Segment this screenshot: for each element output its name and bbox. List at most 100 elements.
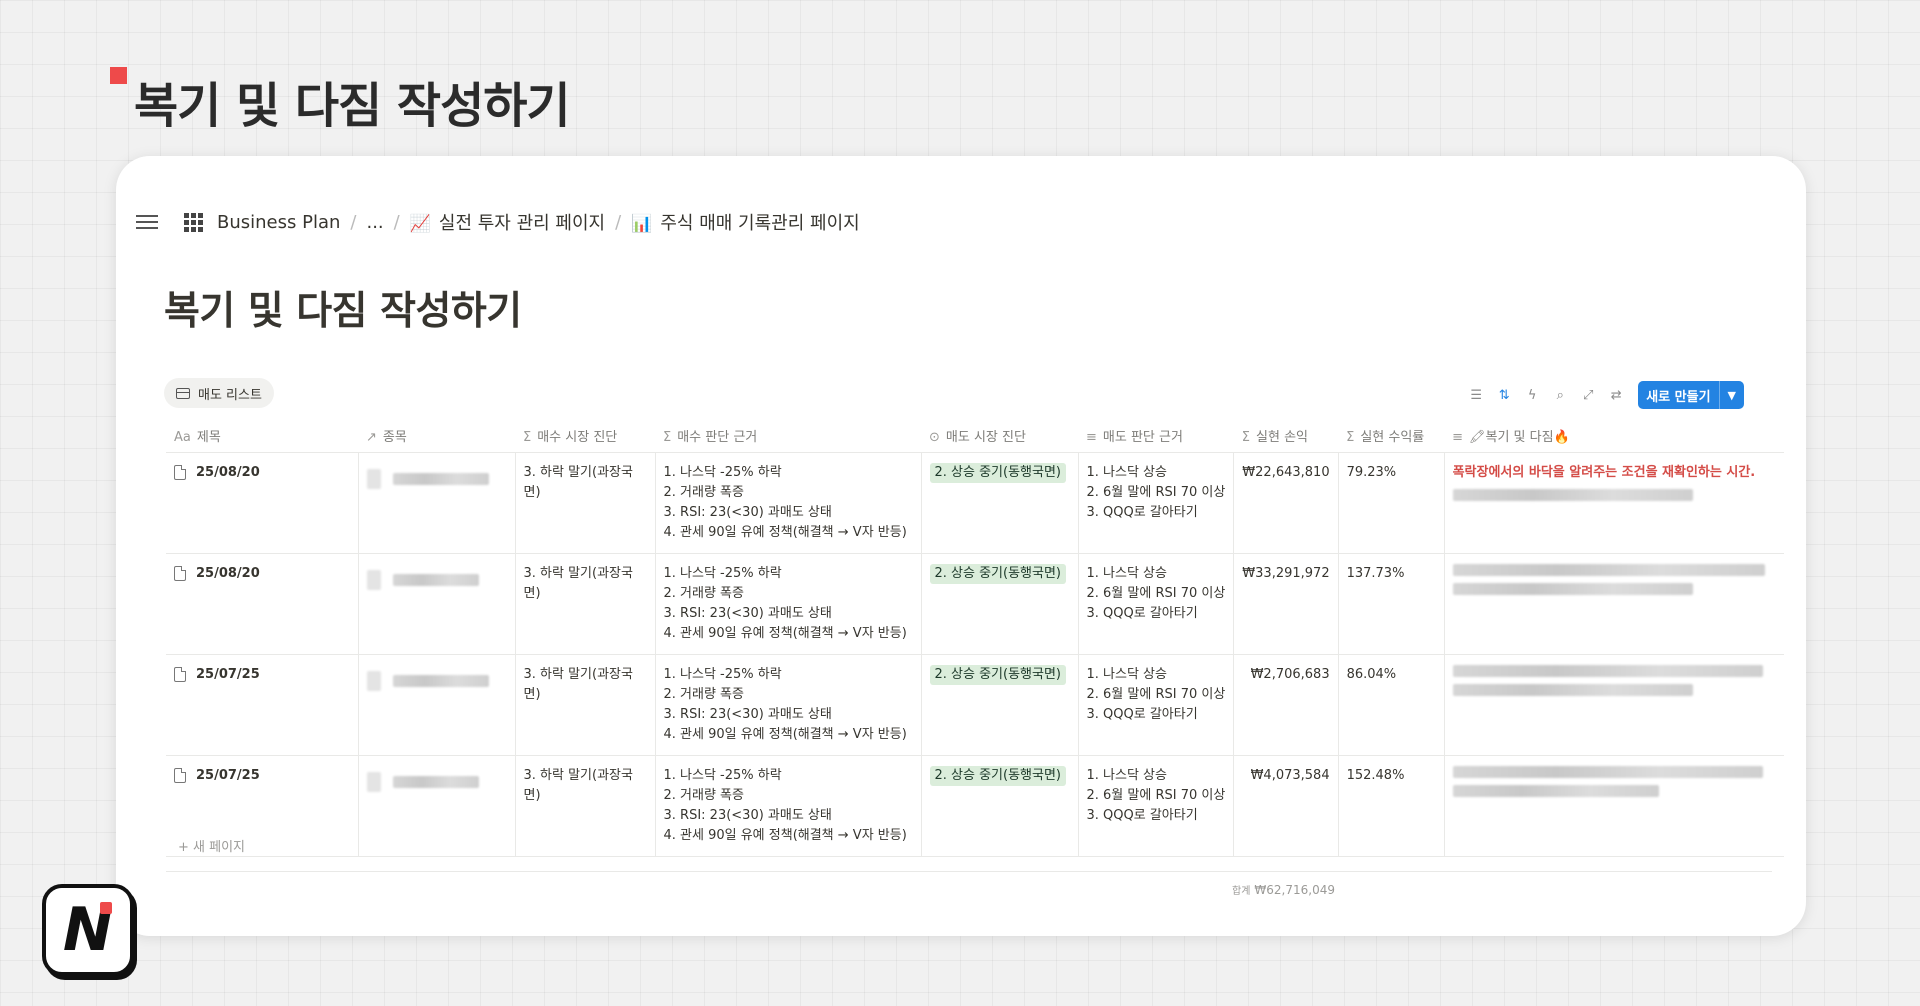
status-tag: 2. 상승 중기(동행국면) [929,664,1066,685]
settings-sliders-icon[interactable]: ⇄ [1606,385,1626,405]
table-row[interactable]: 25/08/20 3. 하락 말기(과장국면) 1. 나스닥 -25% 하락 2.… [166,553,1785,655]
text-lines-icon: ≡ [1086,430,1097,446]
divider [166,871,1772,872]
buy-diagnosis-cell[interactable]: 3. 하락 말기(과장국면) [515,452,656,554]
column-header-reflection[interactable]: ≡ 🖍복기 및 다짐🔥 [1444,420,1785,453]
column-header-sell-diagnosis[interactable]: ⊙ 매도 시장 진단 [921,420,1078,453]
breadcrumb-ellipsis[interactable]: ... [362,212,387,233]
search-icon[interactable]: ⌕ [1550,385,1570,405]
realized-pnl-cell[interactable]: ₩2,706,683 [1233,654,1339,756]
row-title[interactable]: 25/08/20 [174,564,350,584]
sell-diagnosis-cell[interactable]: 2. 상승 중기(동행국면) [921,755,1079,857]
relation-arrow-icon: ↗ [366,430,377,446]
realized-pnl-cell[interactable]: ₩33,291,972 [1233,553,1339,655]
reflection-redacted [1452,664,1777,696]
new-button[interactable]: 새로 만들기 ▼ [1638,381,1744,409]
breadcrumb-workspace[interactable]: Business Plan [213,212,344,233]
ticker-redacted[interactable] [366,670,507,691]
new-page-button[interactable]: + 새 페이지 [178,836,245,855]
realized-return-cell[interactable]: 137.73% [1338,553,1445,655]
page-document-icon [174,465,186,480]
sell-reason-cell[interactable]: 1. 나스닥 상승 2. 6월 말에 RSI 70 이상 3. QQQ로 갈아타기 [1078,553,1235,655]
sell-reason-cell[interactable]: 1. 나스닥 상승 2. 6월 말에 RSI 70 이상 3. QQQ로 갈아타기 [1078,654,1235,756]
status-tag: 2. 상승 중기(동행국면) [929,765,1066,786]
buy-diagnosis-cell[interactable]: 3. 하락 말기(과장국면) [515,553,656,655]
realized-pnl-cell[interactable]: ₩4,073,584 [1233,755,1339,857]
sigma-icon: Σ [523,430,532,446]
chevron-down-icon[interactable]: ▼ [1718,381,1744,409]
row-title[interactable]: 25/08/20 [174,463,350,483]
breadcrumb-trading-records-page[interactable]: 📊 주식 매매 기록관리 페이지 [627,209,864,235]
status-tag: 2. 상승 중기(동행국면) [929,462,1066,483]
page-document-icon [174,667,186,682]
reflection-redacted [1452,765,1777,797]
hamburger-menu-icon[interactable] [136,213,160,231]
realized-pnl-cell[interactable]: ₩22,643,810 [1233,452,1339,554]
reflection-cell[interactable] [1444,654,1785,756]
table-header-row: Aa 제목 ↗ 종목 Σ 매수 시장 진단 Σ 매수 판단 근거 ⊙ 매도 시장 진단 ≡… [166,420,1785,453]
buy-diagnosis-cell[interactable]: 3. 하락 말기(과장국면) [515,654,656,756]
buy-diagnosis-cell[interactable]: 3. 하락 말기(과장국면) [515,755,656,857]
realized-return-cell[interactable]: 86.04% [1338,654,1445,756]
column-header-buy-reason[interactable]: Σ 매수 판단 근거 [655,420,921,453]
status-tag: 2. 상승 중기(동행국면) [929,563,1066,584]
row-title[interactable]: 25/07/25 [174,665,350,685]
table-icon [176,387,190,399]
brand-logo: N [42,884,134,976]
breadcrumb-investment-page[interactable]: 📈 실전 투자 관리 페이지 [406,209,609,235]
ticker-redacted[interactable] [366,771,507,792]
buy-reason-cell[interactable]: 1. 나스닥 -25% 하락 2. 거래량 폭증 3. RSI: 23(<30) 과… [655,553,922,655]
row-title[interactable]: 25/07/25 [174,766,350,786]
table-row[interactable]: 25/08/20 3. 하락 말기(과장국면) 1. 나스닥 -25% 하락 2.… [166,452,1785,554]
buy-reason-cell[interactable]: 1. 나스닥 -25% 하락 2. 거래량 폭증 3. RSI: 23(<30) 과… [655,654,922,756]
pnl-sum[interactable]: 합계 ₩62,716,049 [1232,882,1335,897]
breadcrumb-separator: / [393,211,400,233]
expand-icon[interactable]: ⤢ [1578,385,1598,405]
reflection-cell[interactable] [1444,553,1785,655]
text-lines-icon: ≡ [1452,430,1463,446]
column-header-realized-return[interactable]: Σ 실현 수익률 [1338,420,1445,453]
select-circle-icon: ⊙ [929,430,940,446]
reflection-text: 폭락장에서의 바닥을 알려주는 조건을 재확인하는 시간. [1452,464,1756,480]
breadcrumb-separator: / [615,211,622,233]
sell-diagnosis-cell[interactable]: 2. 상승 중기(동행국면) [921,654,1079,756]
apps-grid-icon [184,212,203,232]
sell-reason-cell[interactable]: 1. 나스닥 상승 2. 6월 말에 RSI 70 이상 3. QQQ로 갈아타기 [1078,755,1235,857]
column-header-title[interactable]: Aa 제목 [166,420,358,453]
sell-diagnosis-cell[interactable]: 2. 상승 중기(동행국면) [921,553,1079,655]
filter-icon[interactable]: ☰ [1466,385,1486,405]
page-document-icon [174,768,186,783]
buy-reason-cell[interactable]: 1. 나스닥 -25% 하락 2. 거래량 폭증 3. RSI: 23(<30) 과… [655,755,922,857]
sell-list-table: Aa 제목 ↗ 종목 Σ 매수 시장 진단 Σ 매수 판단 근거 ⊙ 매도 시장 진단 ≡… [166,420,1785,857]
view-tab-label: 매도 리스트 [198,387,262,403]
reflection-redacted [1452,488,1777,501]
ticker-redacted[interactable] [366,569,507,590]
column-header-ticker[interactable]: ↗ 종목 [358,420,515,453]
column-header-sell-reason[interactable]: ≡ 매도 판단 근거 [1078,420,1234,453]
view-tab-sell-list[interactable]: 매도 리스트 [164,378,274,408]
column-header-realized-pnl[interactable]: Σ 실현 손익 [1233,420,1339,453]
ticker-redacted[interactable] [366,468,507,489]
chart-up-icon: 📈 [409,214,431,234]
sell-reason-cell[interactable]: 1. 나스닥 상승 2. 6월 말에 RSI 70 이상 3. QQQ로 갈아타기 [1078,452,1235,554]
text-property-icon: Aa [174,430,191,446]
sell-diagnosis-cell[interactable]: 2. 상승 중기(동행국면) [921,452,1079,554]
sigma-icon: Σ [663,430,672,446]
breadcrumb: Business Plan / ... / 📈 실전 투자 관리 페이지 / 📊 주… [136,206,864,238]
realized-return-cell[interactable]: 79.23% [1338,452,1445,554]
automation-lightning-icon[interactable]: ϟ [1522,385,1542,405]
buy-reason-cell[interactable]: 1. 나스닥 -25% 하락 2. 거래량 폭증 3. RSI: 23(<30) 과… [655,452,922,554]
table-row[interactable]: 25/07/25 3. 하락 말기(과장국면) 1. 나스닥 -25% 하락 2.… [166,755,1785,857]
column-header-buy-diagnosis[interactable]: Σ 매수 시장 진단 [515,420,655,453]
slide-title-marker [110,67,127,84]
database-toolbar: ☰ ⇅ ϟ ⌕ ⤢ ⇄ 새로 만들기 ▼ [1466,381,1744,409]
page-title[interactable]: 복기 및 다짐 작성하기 [164,280,522,336]
reflection-cell[interactable]: 폭락장에서의 바닥을 알려주는 조건을 재확인하는 시간. [1444,452,1785,554]
table-row[interactable]: 25/07/25 3. 하락 말기(과장국면) 1. 나스닥 -25% 하락 2.… [166,654,1785,756]
realized-return-cell[interactable]: 152.48% [1338,755,1445,857]
sigma-icon: Σ [1241,430,1251,446]
sort-icon[interactable]: ⇅ [1494,385,1514,405]
reflection-cell[interactable] [1444,755,1785,857]
logo-accent-dot [100,902,112,914]
breadcrumb-separator: / [350,211,357,233]
